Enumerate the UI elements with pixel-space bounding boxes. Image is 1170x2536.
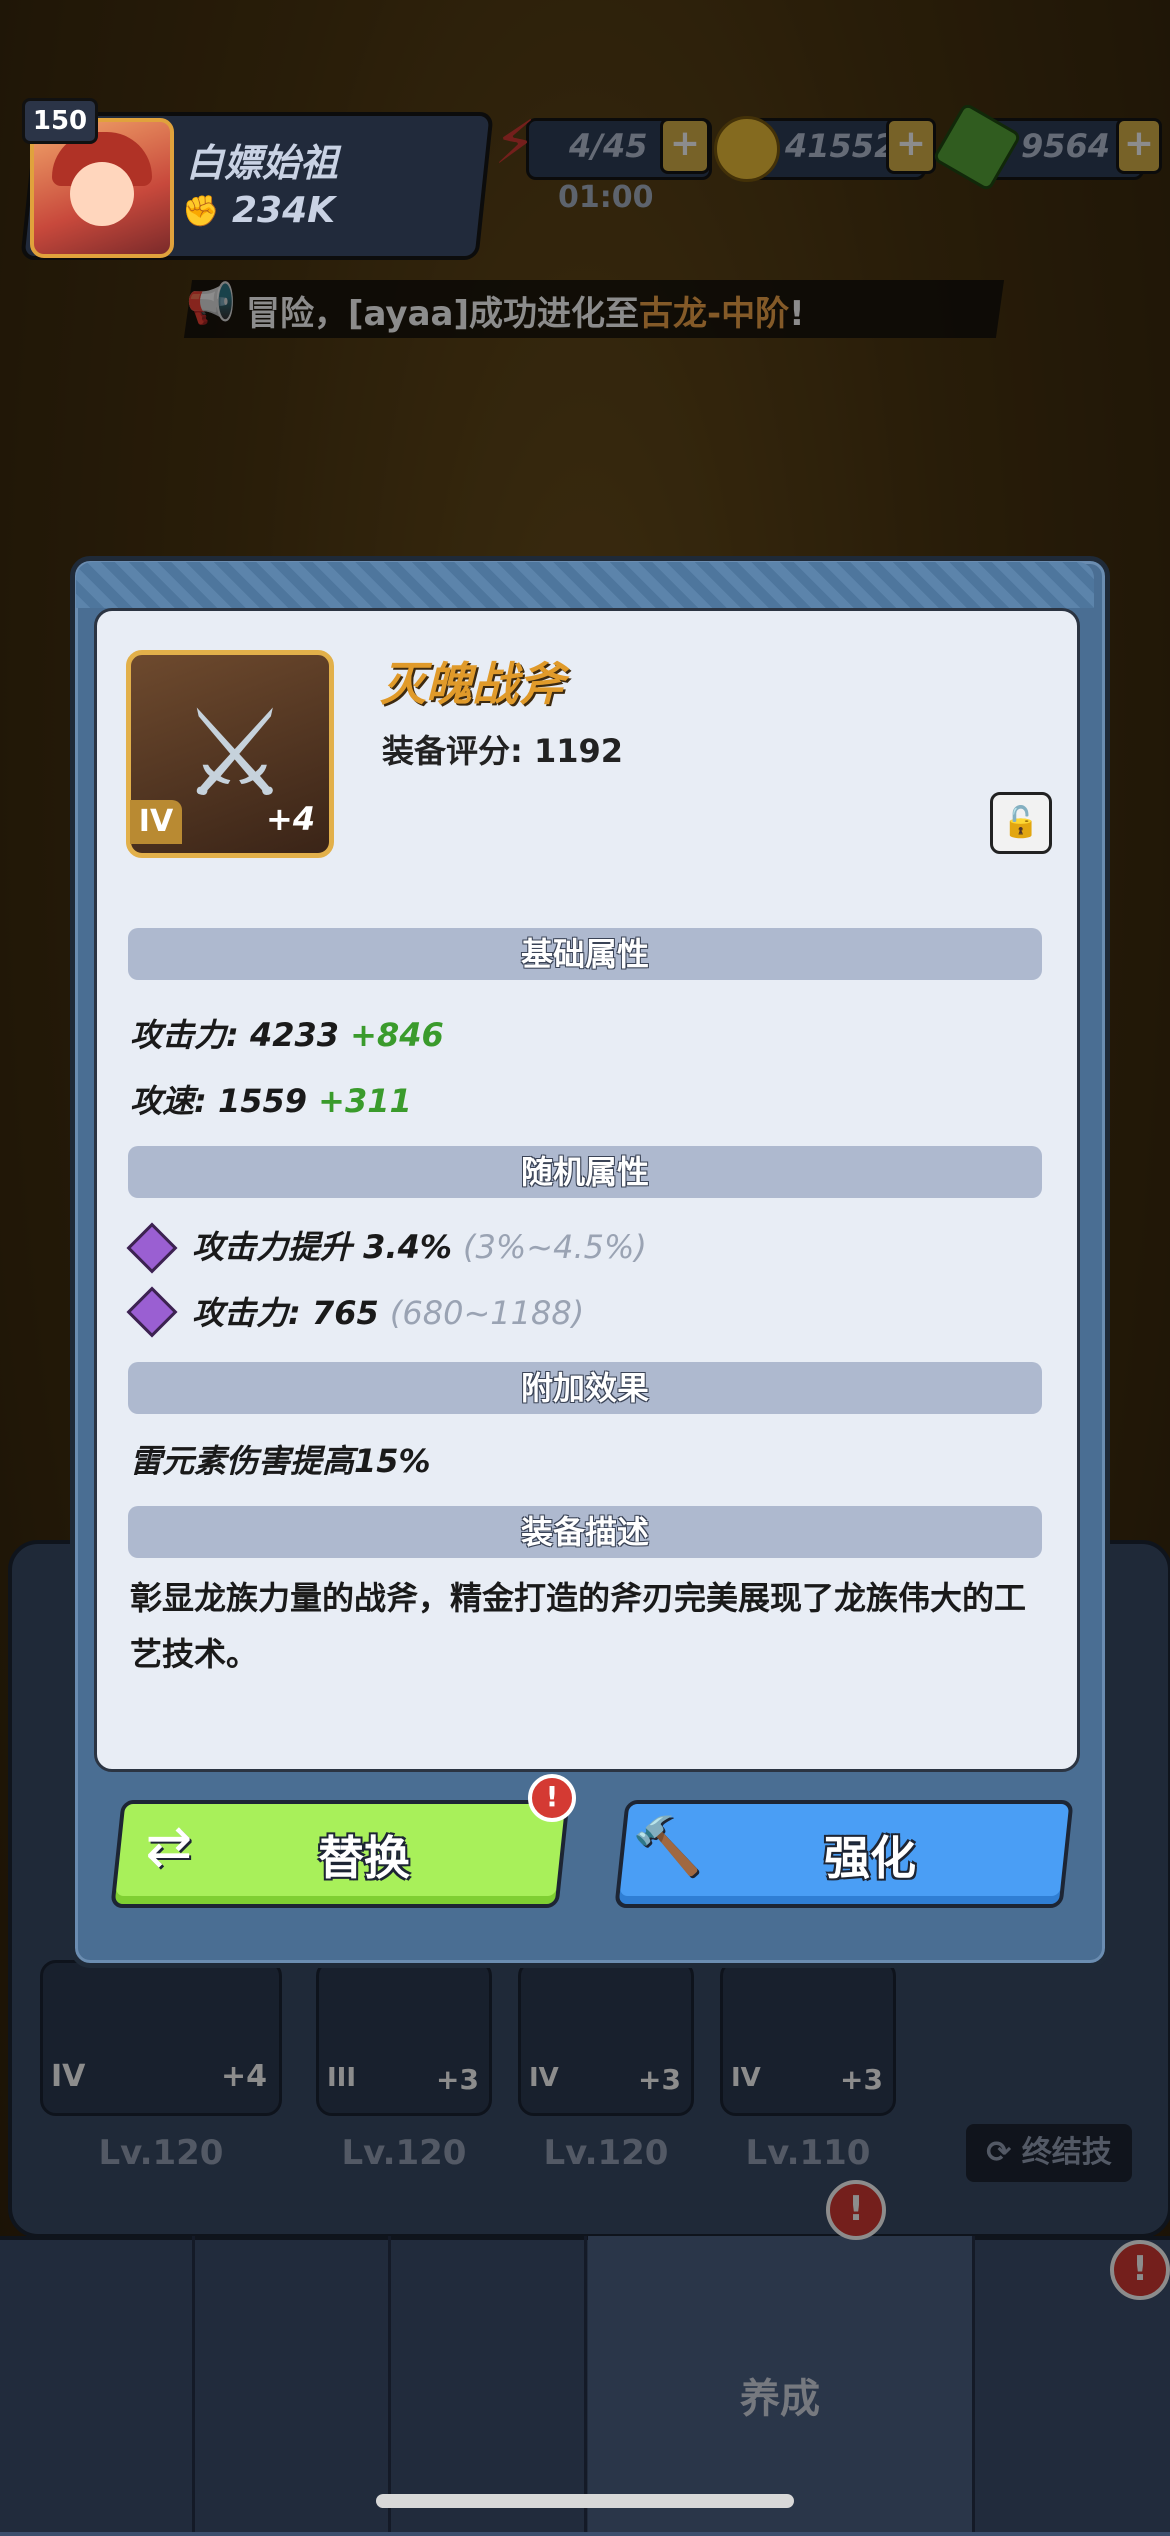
stat-value: 1559: [217, 1082, 308, 1120]
item-description: 彰显龙族力量的战斧，精金打造的斧刃完美展现了龙族伟大的工艺技术。: [130, 1579, 1027, 1673]
replace-button-label: 替换: [318, 1831, 410, 1885]
section-extra-effect: 附加效果: [128, 1362, 1042, 1414]
stat-value: 4233: [249, 1016, 340, 1054]
player-power: 234K: [232, 190, 336, 231]
item-score: 装备评分: 1192: [382, 732, 624, 770]
stat-attack-speed: 攻速: 1559 +311: [130, 1076, 412, 1122]
item-tier-badge: IV: [130, 800, 182, 844]
random-stat-1: 攻击力提升 3.4% (3%~4.5%): [192, 1222, 647, 1268]
random-stat-2: 攻击力: 765 (680~1188): [192, 1288, 584, 1334]
random-stat-label: 攻击力提升 3.4%: [192, 1228, 452, 1266]
player-level-badge: 150: [22, 98, 98, 144]
hammer-icon: 🔨: [632, 1814, 702, 1879]
swap-icon: ⇄: [145, 1814, 193, 1879]
section-random-stats: 随机属性: [128, 1146, 1042, 1198]
stat-label: 攻速:: [130, 1082, 207, 1120]
home-indicator: [376, 2494, 794, 2508]
enhance-button-label: 强化: [824, 1831, 916, 1885]
random-stat-range: (3%~4.5%): [463, 1228, 647, 1266]
power-icon: ✊: [182, 194, 220, 229]
extra-effect-text: 雷元素伤害提高15%: [130, 1442, 431, 1480]
stat-attack: 攻击力: 4233 +846: [130, 1010, 444, 1056]
item-name: 灭魄战斧: [380, 657, 564, 711]
section-description: 装备描述: [128, 1506, 1042, 1558]
stat-bonus: +846: [350, 1016, 444, 1054]
replace-alert-badge: !: [528, 1774, 576, 1822]
item-enhance-level: +4: [266, 800, 316, 838]
random-stat-range: (680~1188): [389, 1294, 585, 1332]
section-base-stats: 基础属性: [128, 928, 1042, 980]
unlock-icon[interactable]: 🔓: [990, 792, 1052, 854]
stat-bonus: +311: [318, 1082, 412, 1120]
modal-header-strip: [76, 562, 1094, 608]
random-stat-label: 攻击力: 765: [192, 1294, 379, 1332]
stat-label: 攻击力:: [130, 1016, 239, 1054]
player-name: 白嫖始祖: [186, 141, 339, 185]
